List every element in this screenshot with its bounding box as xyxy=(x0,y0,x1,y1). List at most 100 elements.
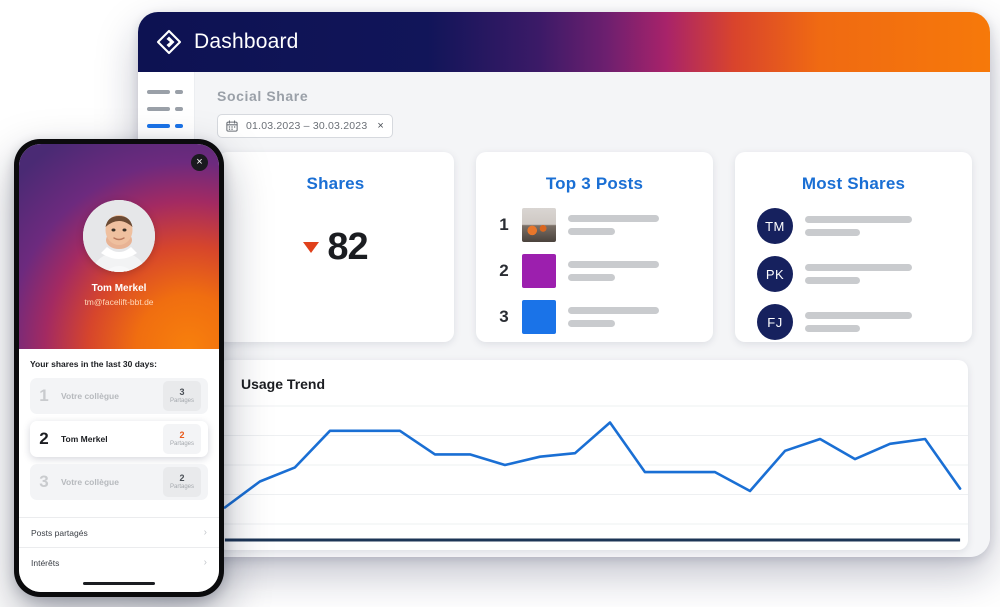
sidebar-item-1[interactable] xyxy=(147,90,185,94)
post-thumbnail-photo xyxy=(522,208,556,242)
trend-down-icon xyxy=(303,242,320,253)
usage-trend-title: Usage Trend xyxy=(241,376,326,392)
calendar-icon xyxy=(226,120,238,132)
placeholder-line xyxy=(805,264,913,271)
most-shares-card: Most Shares TM PK FJ xyxy=(735,152,972,342)
date-range-filter[interactable]: 01.03.2023 – 30.03.2023 × xyxy=(217,114,393,138)
placeholder-line xyxy=(805,277,861,284)
placeholder-line xyxy=(568,274,615,281)
placeholder-line xyxy=(568,307,660,314)
nav-dot-icon xyxy=(175,107,183,111)
shares-count-label: Partages xyxy=(169,398,194,404)
nav-bar-icon xyxy=(147,124,170,128)
shares-list-heading: Your shares in the last 30 days: xyxy=(30,359,157,369)
post-rank: 1 xyxy=(499,215,509,234)
user-text-placeholder xyxy=(805,216,950,236)
user-text-placeholder xyxy=(805,312,950,332)
nav-bar-icon xyxy=(147,107,170,111)
most-shares-list: TM PK FJ xyxy=(735,208,972,340)
shares-card-title: Shares xyxy=(306,174,365,193)
kpi-card-row: Shares 82 Top 3 Posts 1 2 3 Most Shares … xyxy=(213,152,972,342)
list-item[interactable]: 3 xyxy=(498,300,691,334)
sidebar-item-3-active[interactable] xyxy=(147,124,185,128)
menu-item-label: Posts partagés xyxy=(31,527,88,538)
post-text-placeholder xyxy=(568,261,691,281)
list-item[interactable]: 1 xyxy=(498,208,691,242)
menu-item-label: Intérêts xyxy=(31,557,60,568)
most-shares-card-title: Most Shares xyxy=(801,174,906,193)
date-range-value: 01.03.2023 – 30.03.2023 xyxy=(246,120,368,132)
clear-filter-icon[interactable]: × xyxy=(375,120,383,132)
placeholder-line xyxy=(568,215,660,222)
shares-rank-row-3[interactable]: 3 Votre collègue 2 Partages xyxy=(30,464,208,500)
profile-name: Tom Merkel xyxy=(91,283,147,294)
top-posts-card: Top 3 Posts 1 2 3 xyxy=(476,152,713,342)
shares-count-label: Partages xyxy=(169,441,194,447)
dashboard-header: Dashboard xyxy=(138,12,990,72)
shares-card: Shares 82 xyxy=(217,152,454,342)
shares-value-group: 82 xyxy=(217,226,454,269)
section-title: Social Share xyxy=(217,88,309,104)
phone-profile-hero: × Tom Merkel tm@facelift-bbt.de xyxy=(19,144,219,349)
shares-count: 2 xyxy=(179,430,185,440)
user-text-placeholder xyxy=(805,264,950,284)
top-posts-card-title: Top 3 Posts xyxy=(545,174,644,193)
placeholder-line xyxy=(568,320,615,327)
top-posts-list: 1 2 3 xyxy=(476,208,713,334)
nav-dot-icon xyxy=(175,90,183,94)
placeholder-line xyxy=(805,216,913,223)
menu-item-interets[interactable]: Intérêts › xyxy=(19,547,219,577)
screenshot-stage: Dashboard Social Share 01.03.2023 – 30.0… xyxy=(0,0,1000,607)
rank-number: 3 xyxy=(39,472,49,491)
shares-rank-row-1[interactable]: 1 Votre collègue 3 Partages xyxy=(30,378,208,414)
rank-number: 1 xyxy=(39,386,49,405)
phone-screen: × Tom Merkel tm@facelift-bbt.de Your sha… xyxy=(19,144,219,592)
mobile-phone-mockup: × Tom Merkel tm@facelift-bbt.de Your sha… xyxy=(14,139,224,597)
shares-count-label: Partages xyxy=(169,484,194,490)
shares-count-badge: 2 Partages xyxy=(163,424,201,454)
sidebar-item-2[interactable] xyxy=(147,107,185,111)
phone-shares-section: Your shares in the last 30 days: 1 Votre… xyxy=(19,349,219,500)
placeholder-line xyxy=(805,325,861,332)
avatar: PK xyxy=(757,256,793,292)
close-icon[interactable]: × xyxy=(191,154,208,171)
dashboard-title: Dashboard xyxy=(194,30,299,53)
post-thumbnail-blue xyxy=(522,300,556,334)
avatar: TM xyxy=(757,208,793,244)
rank-number: 2 xyxy=(39,429,49,448)
placeholder-line xyxy=(568,228,615,235)
profile-email: tm@facelift-bbt.de xyxy=(84,297,154,307)
post-thumbnail-purple xyxy=(522,254,556,288)
placeholder-line xyxy=(805,312,913,319)
usage-trend-panel: Usage Trend xyxy=(217,360,968,550)
rank-name: Tom Merkel xyxy=(61,434,108,444)
usage-trend-chart xyxy=(217,400,968,550)
menu-item-posts-partages[interactable]: Posts partagés › xyxy=(19,517,219,547)
home-indicator xyxy=(83,582,155,585)
dashboard-content: Social Share 01.03.2023 – 30.03.2023 × S… xyxy=(195,72,990,557)
avatar: FJ xyxy=(757,304,793,340)
placeholder-line xyxy=(568,261,660,268)
nav-bar-icon xyxy=(147,90,170,94)
list-item[interactable]: FJ xyxy=(757,304,950,340)
shares-value: 82 xyxy=(327,226,368,268)
post-text-placeholder xyxy=(568,307,691,327)
avatar-photo-icon xyxy=(83,200,155,272)
post-text-placeholder xyxy=(568,215,691,235)
list-item[interactable]: 2 xyxy=(498,254,691,288)
chevron-right-icon: › xyxy=(203,527,207,538)
shares-count-badge: 3 Partages xyxy=(163,381,201,411)
shares-rank-row-2-active[interactable]: 2 Tom Merkel 2 Partages xyxy=(30,421,208,457)
chevron-right-icon: › xyxy=(203,557,207,568)
shares-count: 3 xyxy=(179,387,185,397)
list-item[interactable]: TM xyxy=(757,208,950,244)
dashboard-window: Dashboard Social Share 01.03.2023 – 30.0… xyxy=(138,12,990,557)
dashboard-body: Social Share 01.03.2023 – 30.03.2023 × S… xyxy=(138,72,990,557)
profile-avatar xyxy=(83,200,155,272)
phone-bottom-menu: Posts partagés › Intérêts › xyxy=(19,517,219,592)
rank-name: Votre collègue xyxy=(61,477,119,487)
line-chart-svg xyxy=(217,400,968,550)
placeholder-line xyxy=(805,229,861,236)
list-item[interactable]: PK xyxy=(757,256,950,292)
post-rank: 3 xyxy=(499,307,509,326)
